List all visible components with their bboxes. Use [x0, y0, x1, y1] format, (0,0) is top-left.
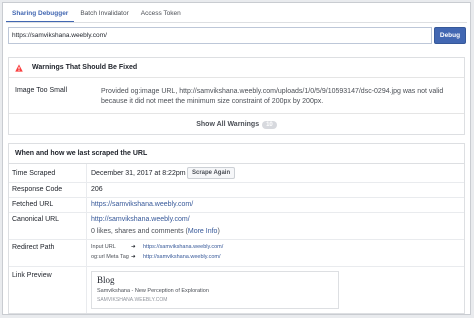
tab-divider — [6, 22, 467, 23]
warnings-panel: Warnings That Should Be Fixed Image Too … — [8, 57, 465, 135]
row-redirect-path: Redirect Path Input URL ➜ https://samviksh… — [9, 240, 464, 267]
debug-button[interactable]: Debug — [434, 27, 466, 44]
fetched-url-label: Fetched URL — [12, 201, 54, 208]
warnings-header: Warnings That Should Be Fixed — [9, 58, 464, 78]
tab-access-token[interactable]: Access Token — [135, 6, 187, 23]
warning-text: Provided og:image URL, http://samvikshan… — [101, 88, 444, 105]
warnings-title: Warnings That Should Be Fixed — [32, 64, 138, 71]
row-fetched-url: Fetched URL https://samvikshana.weebly.c… — [9, 198, 464, 213]
redirect-path-label: Redirect Path — [12, 244, 55, 251]
preview-domain: SAMVIKSHANA.WEEBLY.COM — [97, 297, 168, 303]
warning-label: Image Too Small — [15, 87, 68, 94]
warning-triangle-icon — [15, 63, 23, 72]
tab-batch-invalidator[interactable]: Batch Invalidator — [74, 6, 134, 23]
link-preview-label: Link Preview — [12, 272, 52, 279]
redirect-url-link[interactable]: https://samvikshana.weebly.com/ — [143, 244, 223, 250]
time-scraped-value: December 31, 2017 at 8:22pm — [91, 170, 186, 177]
preview-title: Blog — [97, 275, 115, 285]
canonical-url-link[interactable]: http://samvikshana.weebly.com/ — [91, 216, 190, 223]
sharing-debugger-window: Sharing Debugger Batch Invalidator Acces… — [2, 2, 471, 315]
redirect-list: Input URL ➜ https://samvikshana.weebly.com… — [91, 242, 223, 262]
scrape-info-panel: When and how we last scraped the URL Tim… — [8, 143, 465, 314]
row-response-code: Response Code 206 — [9, 183, 464, 198]
redirect-key: Input URL — [91, 244, 116, 250]
redirect-url-link[interactable]: http://samvikshana.weebly.com/ — [143, 254, 221, 260]
tab-bar: Sharing Debugger Batch Invalidator Acces… — [6, 6, 187, 23]
arrow-right-icon: ➜ — [131, 244, 136, 250]
engagement-count: 0 likes, shares and comments ( — [91, 228, 188, 235]
row-canonical-url: Canonical URL http://samvikshana.weebly.… — [9, 213, 464, 240]
scrape-again-button[interactable]: Scrape Again — [187, 167, 236, 179]
show-all-warnings-label: Show All Warnings — [196, 121, 260, 128]
response-code-label: Response Code — [12, 186, 63, 193]
redirect-key: og:url Meta Tag — [91, 254, 129, 260]
scrape-info-title: When and how we last scraped the URL — [9, 144, 464, 164]
url-input[interactable]: https://samvikshana.weebly.com/ — [8, 27, 432, 44]
redirect-item: og:url Meta Tag ➜ http://samvikshana.weebl… — [91, 252, 223, 262]
engagement-text: 0 likes, shares and comments (More Info) — [91, 228, 220, 235]
time-scraped-label: Time Scraped — [12, 170, 56, 177]
warnings-count-badge: 10 — [262, 120, 277, 129]
more-info-link[interactable]: More Info — [188, 228, 218, 235]
arrow-right-icon: ➜ — [131, 254, 136, 260]
canonical-url-label: Canonical URL — [12, 216, 60, 223]
engagement-suffix: ) — [217, 228, 220, 235]
row-time-scraped: Time Scraped December 31, 2017 at 8:22pm… — [9, 165, 464, 183]
response-code-value: 206 — [91, 186, 103, 193]
tab-sharing-debugger[interactable]: Sharing Debugger — [6, 6, 75, 23]
fetched-url-link[interactable]: https://samvikshana.weebly.com/ — [91, 201, 193, 208]
redirect-item: Input URL ➜ https://samvikshana.weebly.com… — [91, 242, 223, 252]
preview-description: Samvikshana - New Perception of Explorat… — [97, 288, 209, 294]
show-all-warnings-button[interactable]: Show All Warnings 10 — [9, 113, 464, 135]
link-preview-card[interactable]: Blog Samvikshana - New Perception of Exp… — [91, 271, 339, 309]
